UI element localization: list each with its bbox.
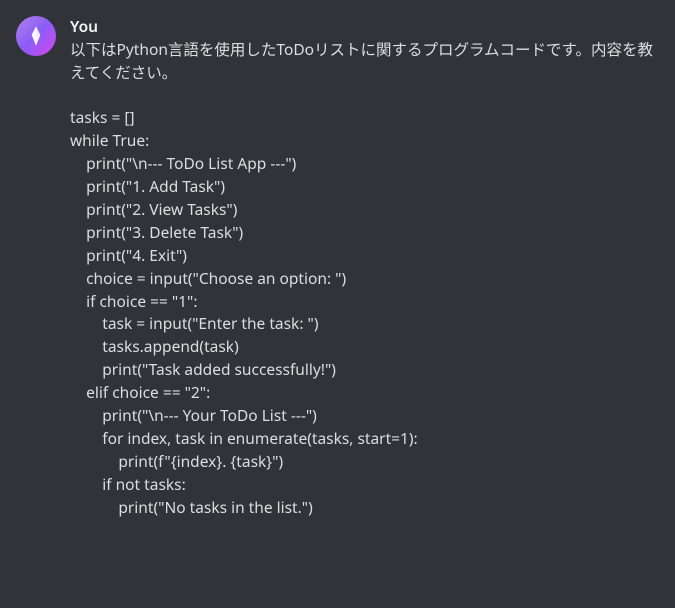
- code-line: print("1. Add Task"): [70, 175, 659, 198]
- username[interactable]: You: [70, 16, 659, 36]
- code-line: choice = input("Choose an option: "): [70, 267, 659, 290]
- code-line: print("\n--- ToDo List App ---"): [70, 152, 659, 175]
- avatar[interactable]: [16, 16, 56, 56]
- message-intro: 以下はPython言語を使用したToDoリストに関するプログラムコードです。内容…: [70, 38, 659, 84]
- code-line: print("Task added successfully!"): [70, 358, 659, 381]
- code-line: for index, task in enumerate(tasks, star…: [70, 427, 659, 450]
- code-line: print("4. Exit"): [70, 244, 659, 267]
- code-line: while True:: [70, 129, 659, 152]
- chat-message: You 以下はPython言語を使用したToDoリストに関するプログラムコードで…: [16, 16, 659, 519]
- code-line: print("\n--- Your ToDo List ---"): [70, 404, 659, 427]
- message-content: You 以下はPython言語を使用したToDoリストに関するプログラムコードで…: [70, 16, 659, 519]
- code-line: if not tasks:: [70, 473, 659, 496]
- code-line: tasks.append(task): [70, 335, 659, 358]
- code-line: elif choice == "2":: [70, 381, 659, 404]
- code-line: task = input("Enter the task: "): [70, 312, 659, 335]
- code-line: print("3. Delete Task"): [70, 221, 659, 244]
- avatar-icon: [23, 23, 49, 49]
- code-line: print("2. View Tasks"): [70, 198, 659, 221]
- code-line: print(f"{index}. {task}"): [70, 450, 659, 473]
- code-line: print("No tasks in the list."): [70, 496, 659, 519]
- code-line: tasks = []: [70, 106, 659, 129]
- code-line: if choice == "1":: [70, 290, 659, 313]
